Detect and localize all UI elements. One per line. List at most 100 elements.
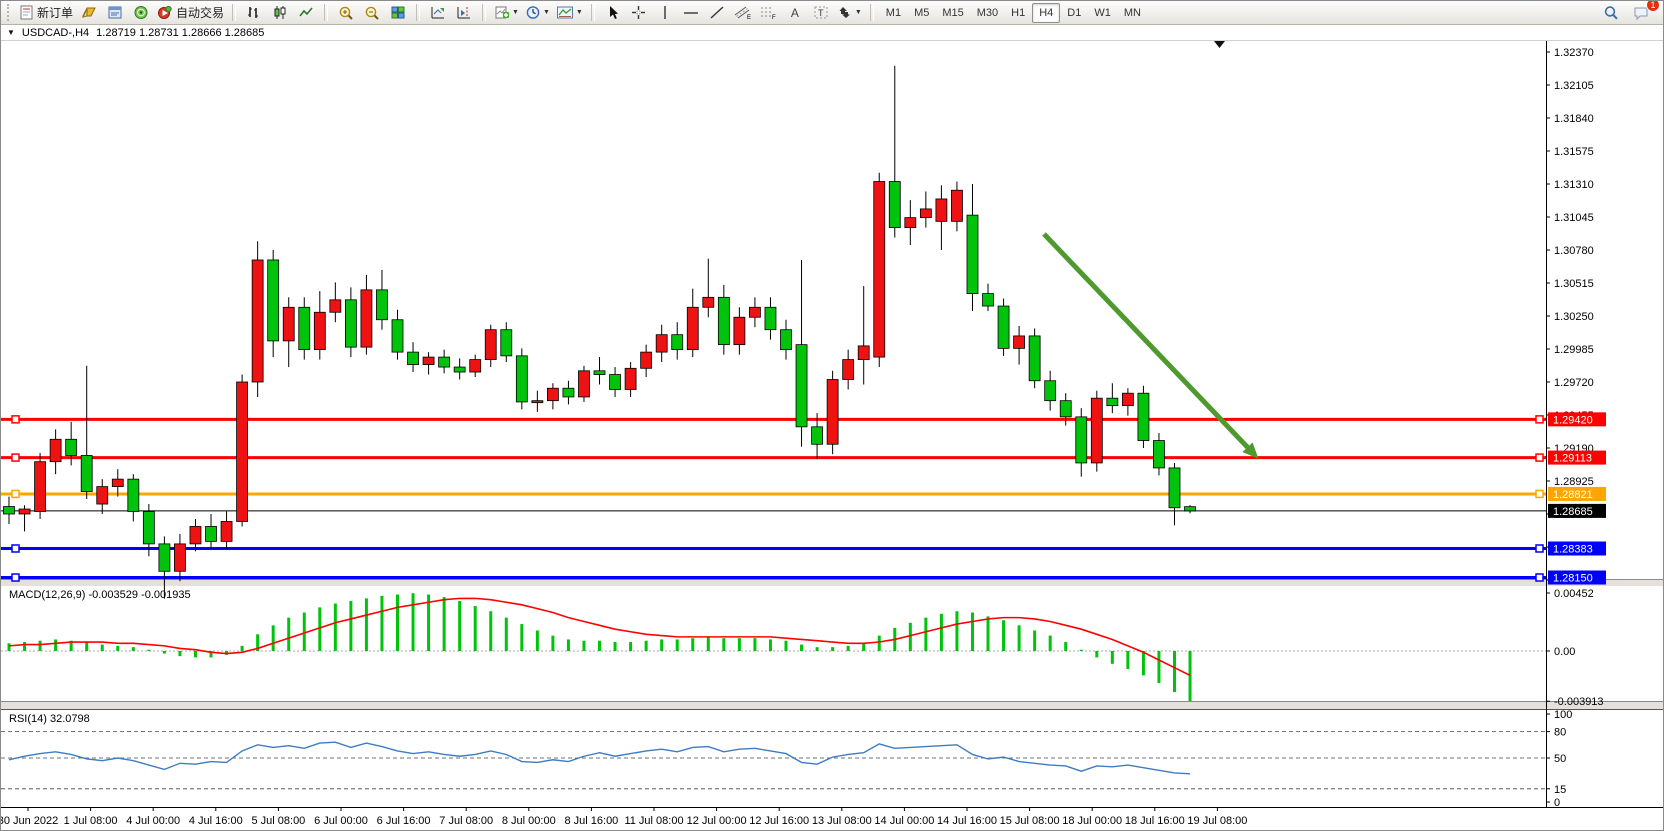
svg-text:1 Jul 08:00: 1 Jul 08:00 [64, 815, 118, 827]
svg-text:1.32370: 1.32370 [1554, 47, 1594, 59]
timeframe-d1-button[interactable]: D1 [1061, 4, 1087, 22]
chart-shift-button[interactable] [452, 3, 476, 22]
auto-trading-button[interactable]: 自动交易 [155, 3, 226, 22]
notifications-button[interactable]: 1 [1629, 3, 1653, 22]
chart-shift-icon [456, 5, 472, 20]
strategy-tester-button[interactable] [129, 3, 153, 22]
zoom-in-button[interactable] [334, 3, 358, 22]
periods-button[interactable]: ▼ [523, 3, 552, 22]
svg-text:14 Jul 16:00: 14 Jul 16:00 [937, 815, 997, 827]
svg-text:5 Jul 08:00: 5 Jul 08:00 [251, 815, 305, 827]
toolbar-separator [591, 4, 595, 21]
chart-titlebar[interactable]: ▼ USDCAD-,H4 1.28719 1.28731 1.28666 1.2… [1, 24, 1663, 41]
templates-button[interactable]: ▼ [554, 3, 585, 22]
svg-text:1.31575: 1.31575 [1554, 146, 1594, 158]
svg-text:1.30250: 1.30250 [1554, 311, 1594, 323]
mt4-window: 新订单 自动交易 [0, 0, 1664, 831]
line-chart-icon [298, 5, 314, 20]
line-handle [12, 454, 19, 461]
svg-text:6 Jul 16:00: 6 Jul 16:00 [377, 815, 431, 827]
svg-text:15 Jul 08:00: 15 Jul 08:00 [1000, 815, 1060, 827]
bar-chart-mode-button[interactable] [242, 3, 266, 22]
svg-text:7 Jul 08:00: 7 Jul 08:00 [439, 815, 493, 827]
arrows-tool-button[interactable]: ▼ [835, 3, 864, 22]
timeframe-m30-button[interactable]: M30 [971, 4, 1004, 22]
svg-text:1.29720: 1.29720 [1554, 377, 1594, 389]
rsi-indicator-label: RSI(14) 32.0798 [9, 713, 90, 725]
crosshair-icon [631, 5, 646, 20]
trendline-tool-button[interactable] [705, 3, 729, 22]
auto-trading-icon [157, 5, 173, 20]
svg-text:12 Jul 00:00: 12 Jul 00:00 [687, 815, 747, 827]
timeframe-bar: M1M5M15M30H1H4D1W1MN [880, 3, 1147, 23]
toolbar-grip[interactable] [7, 4, 13, 21]
svg-text:18 Jul 00:00: 18 Jul 00:00 [1062, 815, 1122, 827]
zoom-out-icon [364, 5, 381, 21]
svg-text:100: 100 [1554, 709, 1572, 721]
svg-text:0.00: 0.00 [1554, 646, 1575, 658]
fibonacci-tool-button[interactable]: F [757, 3, 781, 22]
line-handle [12, 490, 19, 497]
chart-canvas[interactable]: 1.323701.321051.318401.315751.313101.310… [1, 39, 1664, 831]
svg-text:E: E [747, 15, 751, 20]
timeframe-h1-button[interactable]: H1 [1005, 4, 1031, 22]
auto-scroll-button[interactable] [426, 3, 450, 22]
svg-text:6 Jul 00:00: 6 Jul 00:00 [314, 815, 368, 827]
candlestick-mode-button[interactable] [268, 3, 292, 22]
indicators-button[interactable]: ▼ [492, 3, 521, 22]
horizontal-line-icon [683, 5, 699, 20]
bar-chart-icon [246, 5, 262, 20]
line-chart-mode-button[interactable] [294, 3, 318, 22]
timeframe-m15-button[interactable]: M15 [936, 4, 969, 22]
svg-text:1.31310: 1.31310 [1554, 179, 1594, 191]
new-order-button[interactable]: 新订单 [17, 3, 75, 22]
toolbar-separator [324, 4, 328, 21]
svg-text:1.31840: 1.31840 [1554, 113, 1594, 125]
toolbar-separator [232, 4, 236, 21]
tile-windows-button[interactable] [386, 3, 410, 22]
text-tool-button[interactable]: A [783, 3, 807, 22]
cursor-tool-button[interactable] [601, 3, 625, 22]
zoom-out-button[interactable] [360, 3, 384, 22]
crosshair-tool-button[interactable] [627, 3, 651, 22]
timeframe-m5-button[interactable]: M5 [908, 4, 935, 22]
horizontal-line-tool-button[interactable] [679, 3, 703, 22]
data-window-button[interactable] [103, 3, 127, 22]
svg-text:1.29113: 1.29113 [1553, 453, 1592, 465]
periods-clock-icon [525, 5, 541, 20]
svg-text:15: 15 [1554, 784, 1566, 796]
strategy-tester-icon [133, 5, 149, 20]
line-handle [12, 416, 19, 423]
notification-badge: 1 [1646, 0, 1660, 12]
search-button[interactable] [1599, 3, 1623, 22]
data-window-icon [107, 5, 123, 20]
arrows-caret-icon: ▼ [855, 9, 862, 16]
svg-text:1.31045: 1.31045 [1554, 212, 1594, 224]
timeframe-mn-button[interactable]: MN [1118, 4, 1147, 22]
timeframe-h4-button[interactable]: H4 [1032, 3, 1060, 23]
vertical-line-tool-button[interactable] [653, 3, 677, 22]
svg-text:11 Jul 08:00: 11 Jul 08:00 [624, 815, 683, 827]
candlestick-chart-icon [272, 5, 288, 20]
svg-text:1.28383: 1.28383 [1553, 543, 1593, 555]
svg-text:1.28925: 1.28925 [1554, 476, 1594, 488]
svg-text:1.28685: 1.28685 [1553, 506, 1593, 518]
templates-caret-icon: ▼ [576, 9, 583, 16]
channel-tool-button[interactable]: E [731, 3, 755, 22]
chart-ohlc-values: 1.28719 1.28731 1.28666 1.28685 [96, 27, 264, 39]
auto-scroll-icon [430, 5, 446, 20]
chart-symbol-period: USDCAD-,H4 [22, 27, 89, 39]
cursor-icon [606, 5, 620, 20]
profiles-button[interactable] [77, 3, 101, 22]
channel-icon: E [734, 5, 752, 20]
svg-text:14 Jul 00:00: 14 Jul 00:00 [874, 815, 934, 827]
label-tool-button[interactable]: T [809, 3, 833, 22]
line-handle [12, 574, 19, 581]
fibonacci-icon: F [760, 5, 778, 20]
timeframe-w1-button[interactable]: W1 [1088, 4, 1117, 22]
svg-text:0.00452: 0.00452 [1554, 588, 1594, 600]
arrows-tool-icon [837, 5, 853, 20]
tile-windows-icon [390, 5, 406, 20]
svg-text:18 Jul 16:00: 18 Jul 16:00 [1125, 815, 1185, 827]
timeframe-m1-button[interactable]: M1 [880, 4, 907, 22]
